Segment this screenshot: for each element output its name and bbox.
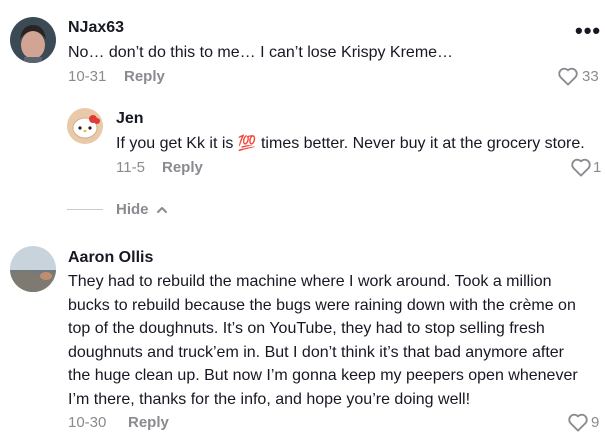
comment-text-line: bucks to rebuild because the bugs were r… bbox=[68, 296, 576, 314]
heart-outline-icon[interactable] bbox=[567, 412, 589, 432]
comment-username[interactable]: Aaron Ollis bbox=[68, 249, 153, 267]
avatar[interactable] bbox=[10, 17, 56, 63]
hide-replies-button[interactable]: Hide bbox=[116, 201, 168, 218]
heart-outline-icon[interactable] bbox=[557, 66, 579, 86]
like-count: 1 bbox=[593, 159, 602, 176]
comment-username[interactable]: NJax63 bbox=[68, 19, 124, 37]
reply-text: If you get Kk it is 💯 times better. Neve… bbox=[116, 132, 585, 156]
reply-button[interactable]: Reply bbox=[162, 159, 203, 176]
comment-text-line: doughnuts and truck’em in. But I don’t t… bbox=[68, 343, 564, 361]
reply-button[interactable]: Reply bbox=[128, 414, 169, 431]
chevron-up-icon[interactable] bbox=[156, 205, 168, 215]
replies-divider bbox=[67, 209, 103, 210]
like-count: 33 bbox=[582, 68, 599, 85]
reply-button[interactable]: Reply bbox=[124, 68, 165, 85]
comment-text: No… don’t do this to me… I can’t lose Kr… bbox=[68, 44, 454, 61]
reply-text-part: times better. Never buy it at the grocer… bbox=[260, 135, 585, 152]
comment-text-line: I’m there, thanks for the info, and hope… bbox=[68, 390, 471, 408]
more-dots-icon[interactable]: ••• bbox=[575, 20, 601, 42]
reply-username[interactable]: Jen bbox=[116, 110, 144, 128]
comment-text: They had to rebuild the machine where I … bbox=[68, 270, 578, 411]
reply-text-part: If you get Kk it is bbox=[116, 135, 234, 152]
like-count: 9 bbox=[591, 414, 600, 431]
comment-text-line: top of the doughnuts. It’s on YouTube, t… bbox=[68, 320, 545, 337]
comment-text-line: the huge clean up. But now I’m gonna kee… bbox=[68, 367, 578, 384]
comment-text-line: They had to rebuild the machine where I … bbox=[68, 273, 552, 290]
avatar[interactable] bbox=[67, 108, 103, 144]
hide-label[interactable]: Hide bbox=[116, 201, 149, 218]
comment-date: 10-31 bbox=[68, 68, 107, 85]
hundred-points-emoji: 💯 bbox=[237, 135, 257, 152]
heart-outline-icon[interactable] bbox=[570, 157, 592, 177]
reply-date: 11-5 bbox=[116, 159, 145, 176]
comment-date: 10-30 bbox=[68, 414, 107, 431]
avatar[interactable] bbox=[10, 246, 56, 292]
